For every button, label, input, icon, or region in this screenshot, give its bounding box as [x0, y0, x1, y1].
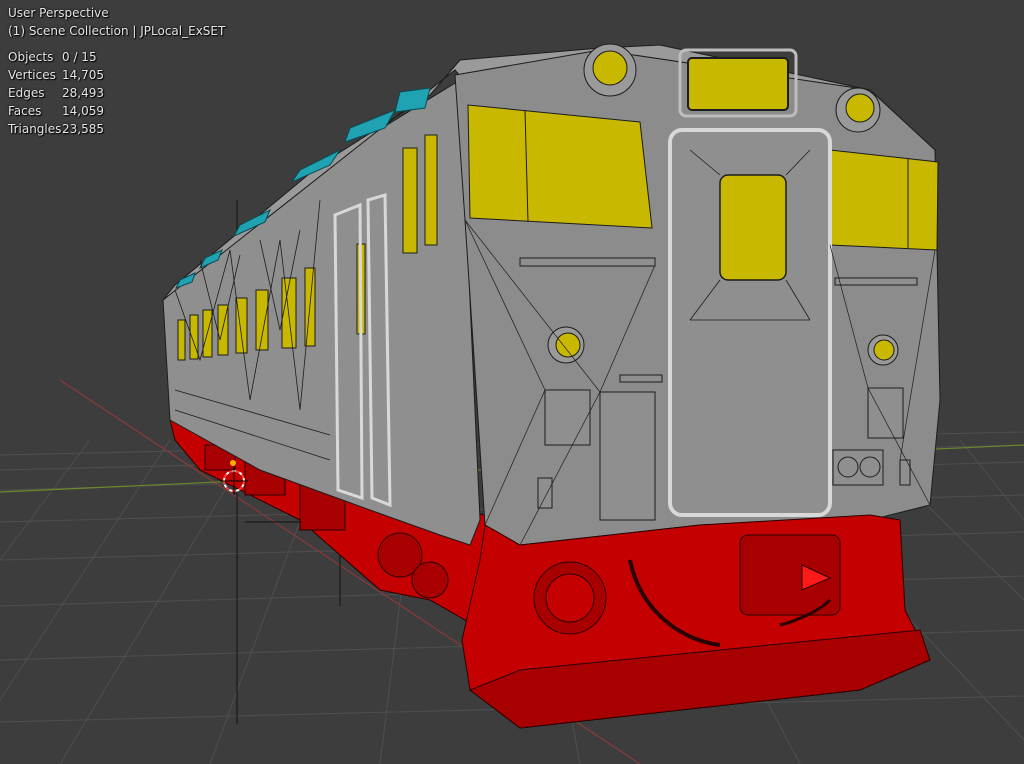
stat-value: 28,493 — [62, 86, 104, 100]
stat-edges: Edges 28,493 — [8, 84, 225, 102]
view-name: User Perspective — [8, 6, 109, 20]
stat-vertices: Vertices 14,705 — [8, 66, 225, 84]
statistics-panel: Objects 0 / 15 Vertices 14,705 Edges 28,… — [8, 48, 225, 138]
front-window-left — [467, 104, 653, 229]
stat-faces: Faces 14,059 — [8, 102, 225, 120]
stat-label: Objects — [8, 50, 54, 64]
stat-triangles: Triangles 23,585 — [8, 120, 225, 138]
destination-sign — [687, 57, 789, 111]
stat-value: 0 / 15 — [62, 50, 97, 64]
viewport-overlay: User Perspective (1) Scene Collection | … — [8, 4, 225, 138]
stat-value: 14,059 — [62, 104, 104, 118]
stat-label: Faces — [8, 104, 42, 118]
stat-objects: Objects 0 / 15 — [8, 48, 225, 66]
stat-value: 14,705 — [62, 68, 104, 82]
object-origin — [230, 460, 236, 466]
stat-value: 23,585 — [62, 122, 104, 136]
front-window-right — [829, 149, 939, 251]
stat-label: Edges — [8, 86, 45, 100]
stat-label: Vertices — [8, 68, 56, 82]
stat-label: Triangles — [8, 122, 62, 136]
collection-path: (1) Scene Collection | JPLocal_ExSET — [8, 24, 226, 38]
train-model[interactable] — [162, 43, 941, 729]
3d-viewport[interactable]: User Perspective (1) Scene Collection | … — [0, 0, 1024, 764]
door-window — [719, 174, 787, 281]
